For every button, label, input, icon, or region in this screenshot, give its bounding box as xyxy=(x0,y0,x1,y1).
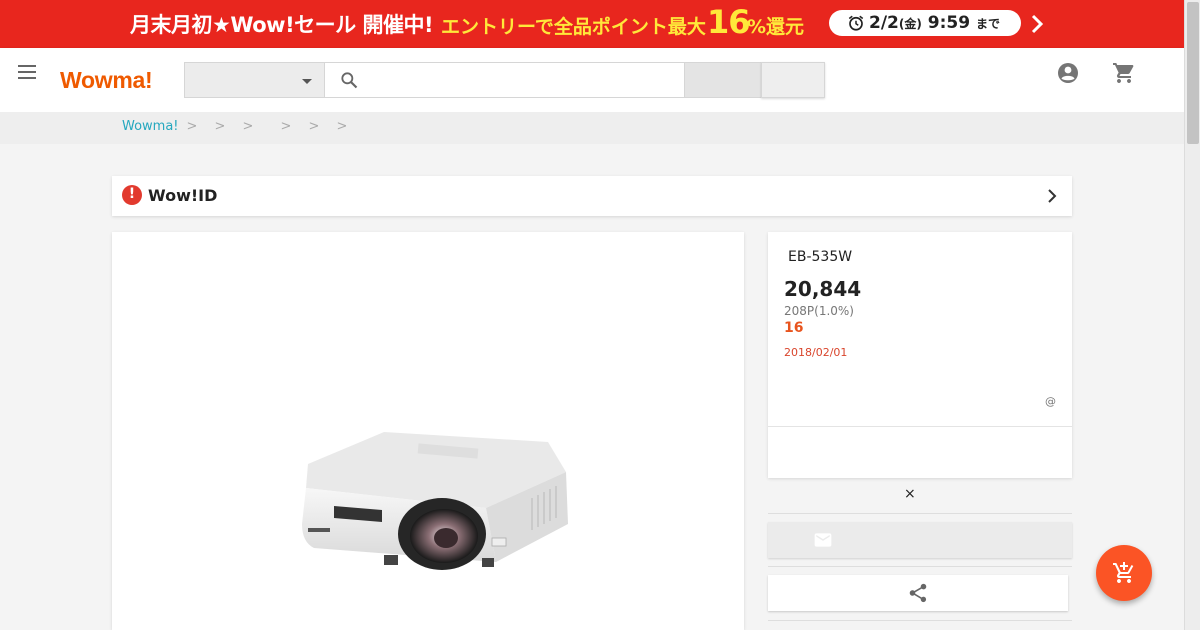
cart-icon[interactable] xyxy=(1112,61,1136,85)
deadline-time: 9:59 xyxy=(927,13,971,33)
close-icon[interactable]: × xyxy=(904,486,916,502)
product-model: EB-535W xyxy=(788,249,853,265)
site-logo[interactable]: Wowma! xyxy=(60,67,153,94)
search-icon xyxy=(341,72,358,89)
divider xyxy=(768,566,1072,567)
card-divider xyxy=(768,426,1072,427)
wowid-notice[interactable]: ! Wow!ID xyxy=(112,176,1072,216)
banner-percent-number: 16 xyxy=(707,3,751,41)
deadline-text: 2/2(金) 9:59 まで xyxy=(869,13,1000,33)
product-image-card xyxy=(112,232,744,630)
banner-percent-suffix: %還元 xyxy=(747,16,805,38)
contact-seller-button[interactable] xyxy=(768,522,1072,558)
product-date: 2018/02/01 xyxy=(784,346,848,359)
scrollbar-thumb[interactable] xyxy=(1187,2,1199,144)
breadcrumb-separator: > xyxy=(336,119,348,134)
chevron-right-icon[interactable] xyxy=(1029,12,1045,36)
promo-banner[interactable]: 月末月初★Wow!セール 開催中! エントリーで全品ポイント最大 16 %還元 … xyxy=(0,0,1184,48)
product-bonus: 16 xyxy=(784,320,804,336)
page-scrollbar[interactable] xyxy=(1184,0,1200,630)
add-to-cart-button[interactable] xyxy=(1096,545,1152,601)
share-button[interactable] xyxy=(768,575,1068,611)
deadline-weekday: (金) xyxy=(898,17,922,31)
divider xyxy=(768,620,1072,621)
banner-headline: 月末月初★Wow!セール 開催中! xyxy=(130,13,434,37)
share-icon xyxy=(909,583,927,603)
chevron-right-icon xyxy=(1048,189,1057,203)
product-at-symbol: @ xyxy=(1045,395,1056,408)
breadcrumb-separator: > xyxy=(186,119,198,134)
search-input[interactable] xyxy=(369,69,669,91)
mail-icon xyxy=(814,533,832,547)
deadline-pill: 2/2(金) 9:59 まで xyxy=(829,10,1021,36)
deadline-suffix: まで xyxy=(976,17,1001,31)
breadcrumb-home-link[interactable]: Wowma! xyxy=(122,119,179,134)
category-select[interactable] xyxy=(184,62,325,98)
menu-icon[interactable] xyxy=(17,63,39,81)
site-header: Wowma! xyxy=(0,48,1184,112)
product-info-card: EB-535W 20,844 208P(1.0%) 16 2018/02/01 … xyxy=(768,232,1072,478)
banner-entry-text: エントリーで全品ポイント最大 xyxy=(441,16,706,38)
deadline-date: 2/2 xyxy=(869,13,899,33)
alert-icon: ! xyxy=(122,185,142,205)
breadcrumb-separator: > xyxy=(242,119,254,134)
chevron-down-icon xyxy=(302,79,312,84)
detailed-search-button[interactable] xyxy=(761,62,825,98)
projector-image[interactable] xyxy=(286,412,570,572)
product-price: 20,844 xyxy=(784,277,862,301)
product-points: 208P(1.0%) xyxy=(784,304,854,318)
alert-icon-glyph: ! xyxy=(128,186,136,202)
alarm-clock-icon xyxy=(848,15,864,31)
search-button[interactable] xyxy=(684,62,762,98)
divider xyxy=(768,513,1072,514)
breadcrumb-separator: > xyxy=(214,119,226,134)
search-box[interactable] xyxy=(324,62,685,98)
breadcrumb-separator: > xyxy=(280,119,292,134)
wowid-label: Wow!ID xyxy=(148,186,218,205)
account-icon[interactable] xyxy=(1056,61,1080,85)
breadcrumb: Wowma! > > > > > > xyxy=(0,112,1184,144)
add-to-cart-icon xyxy=(1113,562,1134,583)
breadcrumb-separator: > xyxy=(308,119,320,134)
breadcrumb-trail: Wowma! > > > > > > xyxy=(122,119,357,134)
